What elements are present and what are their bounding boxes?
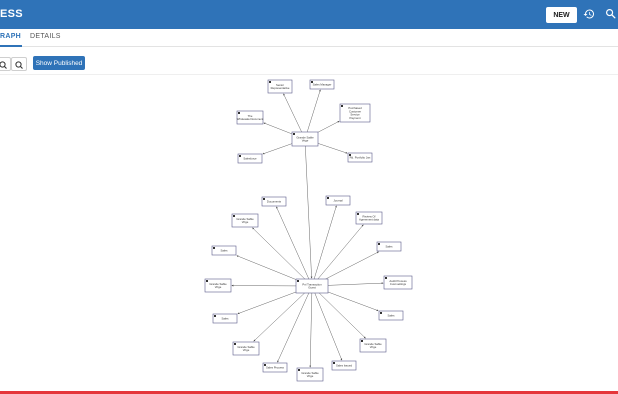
zoom-out-icon xyxy=(15,61,23,69)
node-type-icon xyxy=(234,343,236,345)
node-label: Guest xyxy=(308,286,316,290)
zoom-in-icon xyxy=(0,61,7,69)
node-label: Agreement data xyxy=(359,218,379,222)
node-type-icon xyxy=(298,369,300,371)
node-type-icon xyxy=(385,277,387,279)
graph-node[interactable]: Journal xyxy=(325,195,351,206)
node-type-icon xyxy=(297,280,299,282)
graph-node[interactable]: Grande SableVrtge xyxy=(359,338,387,353)
graph-edge xyxy=(304,89,321,140)
graph-node[interactable]: Review OfAgreement data xyxy=(355,211,383,225)
node-type-icon xyxy=(263,198,265,200)
tab-graph[interactable]: RAPH xyxy=(0,33,21,40)
graph-node[interactable]: TheWholesale Document xyxy=(236,110,264,125)
relationship-graph[interactable]: Grande SableVrtge SeniorRepresentative Sal… xyxy=(0,75,618,391)
node-label: Vrtge xyxy=(215,285,222,289)
node-type-icon xyxy=(333,362,335,364)
new-button[interactable]: NEW xyxy=(546,7,577,23)
page-title: ESS xyxy=(0,8,23,20)
graph-node[interactable]: Grande SableVrtge xyxy=(231,213,259,228)
node-type-icon xyxy=(327,197,329,199)
node-label: Rd. Portfolio Jan xyxy=(350,156,371,160)
node-label: Cust settings xyxy=(390,282,407,286)
node-label: Journal xyxy=(333,199,343,203)
graph-node[interactable]: Sales xyxy=(376,241,402,252)
graph-node[interactable]: Documents xyxy=(261,196,287,207)
graph-node[interactable]: Pnl TransactionGuest xyxy=(295,278,329,294)
active-tab-indicator xyxy=(0,45,22,47)
graph-node[interactable]: Rd. Portfolio Jan xyxy=(347,152,373,163)
node-label: Vrtge xyxy=(370,345,377,349)
graph-node[interactable]: Sales Manager xyxy=(309,79,335,90)
node-label: Sales xyxy=(222,317,230,321)
node-label: Vrtge xyxy=(302,139,309,143)
node-label: Sales xyxy=(221,249,229,253)
node-type-icon xyxy=(269,81,271,83)
node-type-icon xyxy=(238,112,240,114)
graph-edge xyxy=(311,224,364,287)
node-label: Sales Process xyxy=(266,366,284,370)
graph-edge xyxy=(304,138,313,279)
app-bar: ESS NEW xyxy=(0,0,618,29)
graph-node[interactable]: Sales xyxy=(212,313,238,324)
graph-node[interactable]: Grande SableVrtge xyxy=(232,341,260,356)
node-type-icon xyxy=(239,155,241,157)
graph-node[interactable]: Audit ProcessCust settings xyxy=(383,275,413,290)
node-type-icon xyxy=(293,133,295,135)
tab-bar: RAPH DETAILS xyxy=(0,29,618,47)
search-icon[interactable] xyxy=(605,8,616,19)
node-label: Vrtge xyxy=(307,374,314,378)
graph-node[interactable]: Salesforce xyxy=(237,153,263,164)
history-icon[interactable] xyxy=(583,8,595,20)
graph-node[interactable]: Sales xyxy=(378,310,404,321)
node-label: Sales xyxy=(386,245,394,249)
node-type-icon xyxy=(213,247,215,249)
tab-details[interactable]: DETAILS xyxy=(30,33,61,40)
zoom-out-button[interactable] xyxy=(11,57,27,71)
node-type-icon xyxy=(378,243,380,245)
graph-edge xyxy=(253,285,313,342)
node-label: Documents xyxy=(267,200,282,204)
node-label: Vrtge xyxy=(242,220,249,224)
node-label: Sales Issued xyxy=(336,364,352,368)
node-label: Wholesale Document xyxy=(237,117,264,121)
zoom-in-button[interactable] xyxy=(0,57,11,71)
graph-node[interactable]: SeniorRepresentative xyxy=(267,79,293,94)
graph-node[interactable]: PurchasedCustomerServicePayment xyxy=(339,103,371,123)
show-published-button[interactable]: Show Published xyxy=(33,56,85,70)
node-type-icon xyxy=(361,340,363,342)
node-type-icon xyxy=(357,213,359,215)
node-label: Payment xyxy=(349,116,360,120)
graph-edge xyxy=(277,285,313,363)
node-label: Sales Manager xyxy=(313,83,332,87)
graph-edge xyxy=(276,206,313,287)
node-type-icon xyxy=(233,215,235,217)
graph-node[interactable]: Grande SableVrtge xyxy=(296,367,324,382)
node-label: Vrtge xyxy=(243,348,250,352)
graph-edge xyxy=(311,285,366,339)
node-type-icon xyxy=(214,315,216,317)
node-type-icon xyxy=(380,312,382,314)
node-type-icon xyxy=(341,105,343,107)
graph-edge xyxy=(311,285,343,361)
graph-node[interactable]: Grande SableVrtge xyxy=(291,131,319,147)
node-label: Salesforce xyxy=(243,157,257,161)
graph-node[interactable]: Sales Process xyxy=(262,362,288,373)
graph-edge xyxy=(252,227,313,287)
graph-node[interactable]: Sales xyxy=(211,245,237,256)
graph-node[interactable]: Sales Issued xyxy=(331,360,357,371)
node-type-icon xyxy=(206,280,208,282)
graph-edge xyxy=(309,285,313,368)
node-label: Sales xyxy=(388,314,396,318)
graph-node[interactable]: Grande SableVrtge xyxy=(204,278,232,293)
node-label: Representative xyxy=(271,86,290,90)
graph-edge xyxy=(311,205,337,287)
